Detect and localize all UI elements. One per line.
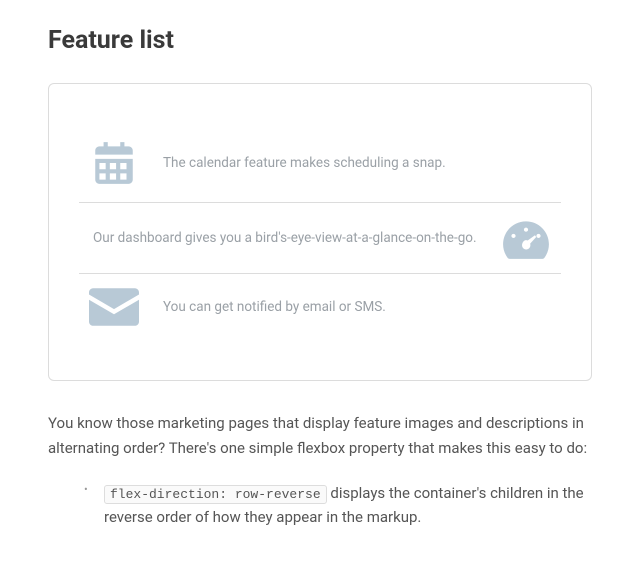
feature-text: Our dashboard gives you a bird's-eye-vie…: [79, 228, 491, 248]
feature-text: The calendar feature makes scheduling a …: [149, 153, 561, 173]
feature-row: Our dashboard gives you a bird's-eye-vie…: [79, 203, 561, 274]
feature-card: The calendar feature makes scheduling a …: [48, 83, 592, 381]
dashboard-icon: [491, 217, 561, 259]
envelope-icon: [79, 288, 149, 326]
body-paragraph: You know those marketing pages that disp…: [48, 411, 592, 461]
bullet-list: flex-direction: row-reverse displays the…: [48, 481, 592, 531]
code-snippet: flex-direction: row-reverse: [104, 485, 327, 504]
list-item: flex-direction: row-reverse displays the…: [84, 481, 592, 531]
feature-row: The calendar feature makes scheduling a …: [79, 124, 561, 203]
calendar-icon: [79, 138, 149, 188]
feature-row: You can get notified by email or SMS.: [79, 274, 561, 340]
page-title: Feature list: [48, 26, 592, 55]
feature-text: You can get notified by email or SMS.: [149, 297, 561, 317]
